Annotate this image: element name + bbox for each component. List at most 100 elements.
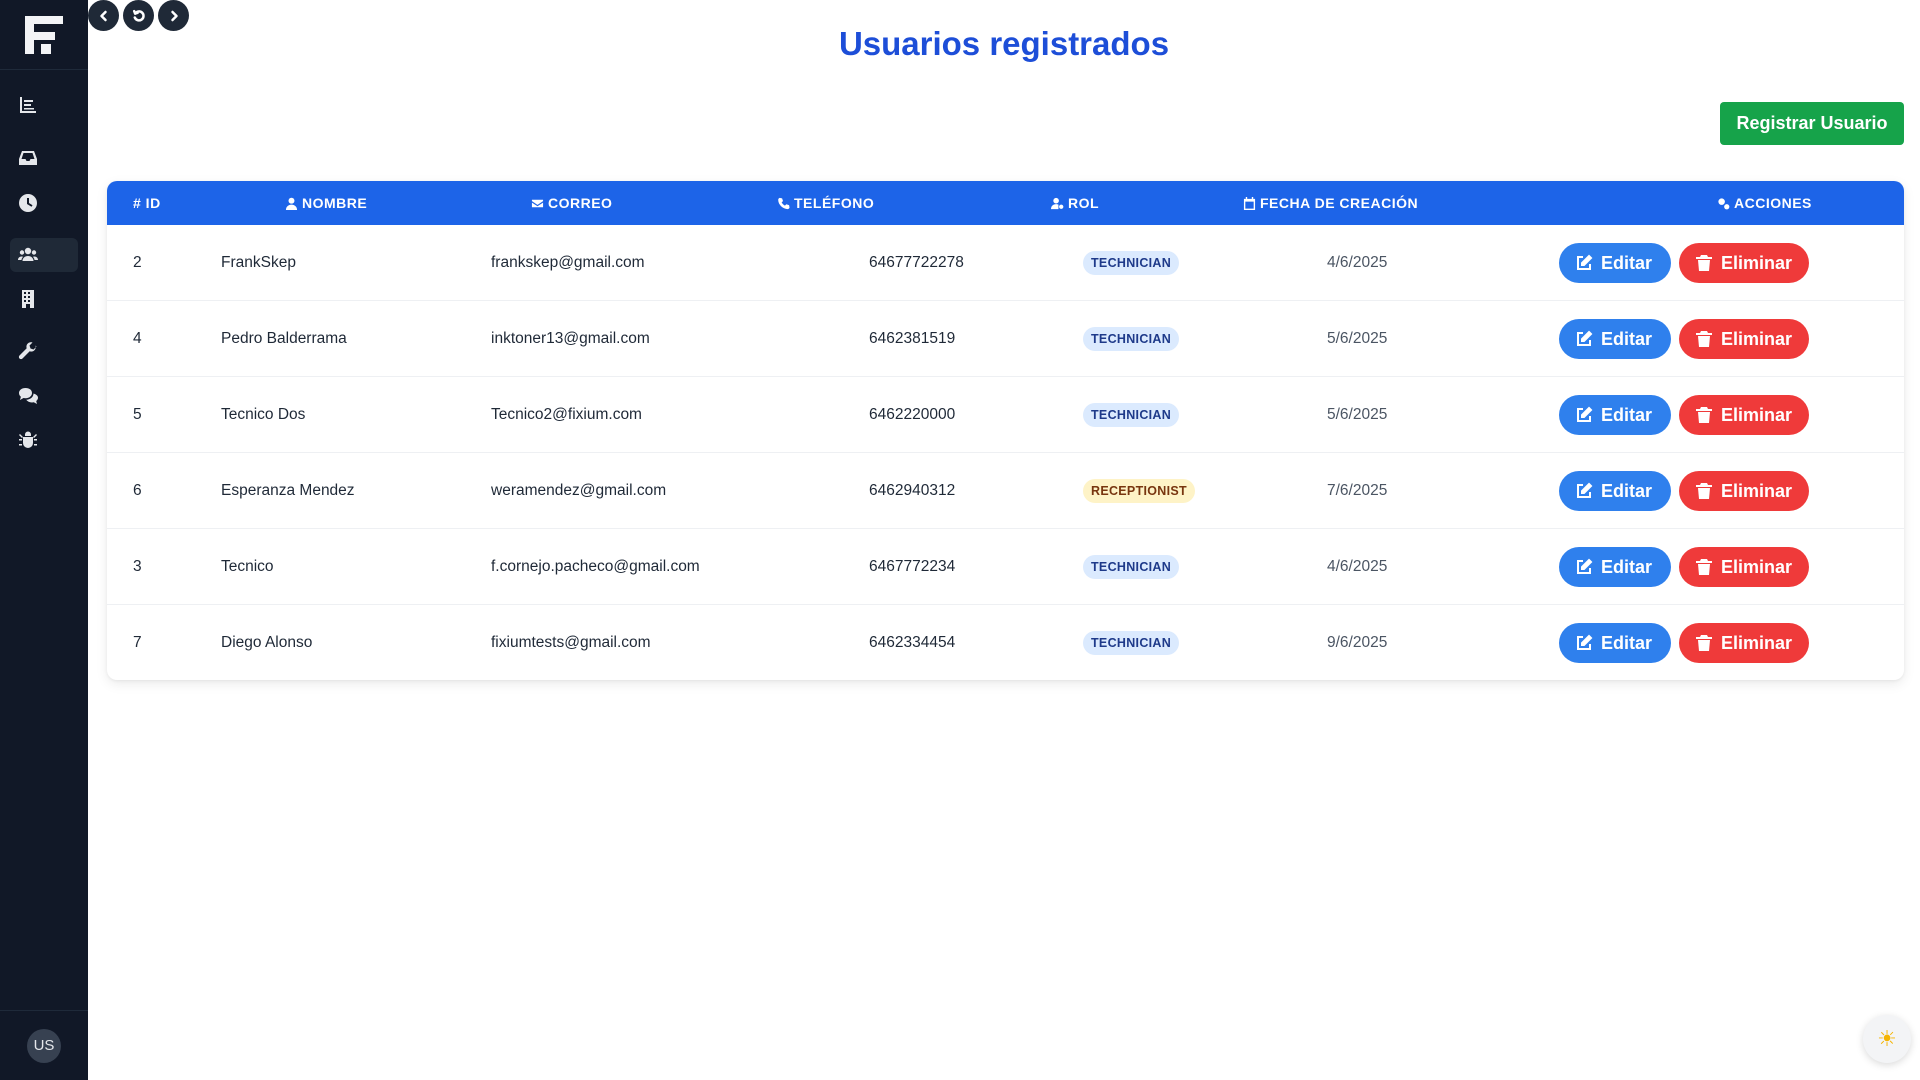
cell-role: TECHNICIAN <box>1083 301 1180 377</box>
user-icon <box>285 197 298 210</box>
column-header-id-label: # ID <box>133 195 161 211</box>
trash-icon <box>1696 483 1712 499</box>
cell-role: RECEPTIONIST <box>1083 453 1195 529</box>
page-title: Usuarios registrados <box>838 25 1170 62</box>
delete-button[interactable]: Eliminar <box>1679 471 1809 511</box>
cell-id: 4 <box>133 330 142 347</box>
cell-id: 6 <box>133 482 142 499</box>
cell-email: Tecnico2@fixium.com <box>491 406 642 423</box>
delete-button[interactable]: Eliminar <box>1679 243 1809 283</box>
cell-date: 5/6/2025 <box>1327 406 1388 423</box>
users-icon <box>18 247 38 261</box>
cell-id: 2 <box>133 254 142 271</box>
sidebar-footer: US <box>0 1010 88 1080</box>
reload-icon <box>132 9 145 22</box>
trash-icon <box>1696 407 1712 423</box>
cell-date: 9/6/2025 <box>1327 634 1388 651</box>
edit-button[interactable]: Editar <box>1559 547 1671 587</box>
bug-icon <box>19 431 37 448</box>
table-header: # ID NOMBRE CORREO TELÉFONO ROL FECHA DE… <box>107 181 1904 225</box>
edit-icon <box>1577 482 1593 498</box>
cell-name: FrankSkep <box>221 254 296 271</box>
sidebar-item-inbox[interactable] <box>10 141 78 175</box>
register-user-button[interactable]: Registrar Usuario <box>1720 102 1904 145</box>
cell-id: 3 <box>133 558 142 575</box>
users-table: # ID NOMBRE CORREO TELÉFONO ROL FECHA DE… <box>107 181 1904 680</box>
sidebar: US <box>0 0 88 1080</box>
role-badge: TECHNICIAN <box>1083 403 1180 427</box>
column-header-created-label: FECHA DE CREACIÓN <box>1260 195 1419 211</box>
edit-button[interactable]: Editar <box>1559 395 1671 435</box>
trash-icon <box>1696 331 1712 347</box>
edit-label: Editar <box>1601 328 1653 349</box>
delete-label: Eliminar <box>1721 632 1793 653</box>
edit-label: Editar <box>1601 252 1653 273</box>
delete-label: Eliminar <box>1721 480 1793 501</box>
building-icon <box>22 290 34 308</box>
delete-button[interactable]: Eliminar <box>1679 547 1809 587</box>
logo-icon <box>25 15 63 54</box>
sidebar-item-users[interactable] <box>10 238 78 272</box>
role-badge: TECHNICIAN <box>1083 327 1180 351</box>
table-row: 2 FrankSkep frankskep@gmail.com 64677722… <box>107 225 1904 301</box>
theme-toggle-button[interactable]: ☀ <box>1863 1015 1911 1063</box>
phone-icon <box>778 197 790 209</box>
delete-label: Eliminar <box>1721 404 1793 425</box>
calendar-icon <box>1243 196 1256 210</box>
cell-phone: 6462220000 <box>869 406 956 423</box>
edit-label: Editar <box>1601 632 1653 653</box>
sidebar-item-buildings[interactable] <box>10 282 78 316</box>
sidebar-item-history[interactable] <box>10 186 78 220</box>
sidebar-item-tools[interactable] <box>10 334 78 368</box>
trash-icon <box>1696 635 1712 651</box>
table-row: 4 Pedro Balderrama inktoner13@gmail.com … <box>107 301 1904 377</box>
table-row: 5 Tecnico Dos Tecnico2@fixium.com 646222… <box>107 377 1904 453</box>
edit-label: Editar <box>1601 404 1653 425</box>
column-header-actions-label: ACCIONES <box>1734 195 1812 211</box>
cell-email: weramendez@gmail.com <box>491 482 667 499</box>
column-header-actions: ACCIONES <box>1717 181 1812 225</box>
delete-button[interactable]: Eliminar <box>1679 623 1809 663</box>
cell-role: TECHNICIAN <box>1083 605 1180 680</box>
cell-date: 4/6/2025 <box>1327 254 1388 271</box>
delete-button[interactable]: Eliminar <box>1679 395 1809 435</box>
cell-name: Pedro Balderrama <box>221 330 347 347</box>
sidebar-item-dashboard[interactable] <box>10 88 78 122</box>
trash-icon <box>1696 559 1712 575</box>
cell-role: TECHNICIAN <box>1083 377 1180 453</box>
column-header-role-label: ROL <box>1068 195 1100 211</box>
delete-button[interactable]: Eliminar <box>1679 319 1809 359</box>
chart-icon <box>20 97 36 113</box>
inbox-icon <box>19 151 37 165</box>
column-header-email: CORREO <box>531 181 612 225</box>
table-row: 7 Diego Alonso fixiumtests@gmail.com 646… <box>107 605 1904 680</box>
edit-icon <box>1577 634 1593 650</box>
cell-email: f.cornejo.pacheco@gmail.com <box>491 558 700 575</box>
edit-button[interactable]: Editar <box>1559 319 1671 359</box>
cell-phone: 6462940312 <box>869 482 956 499</box>
column-header-created: FECHA DE CREACIÓN <box>1243 181 1418 225</box>
edit-icon <box>1577 330 1593 346</box>
sidebar-item-chat[interactable] <box>10 379 78 413</box>
cell-phone: 64677722278 <box>869 254 964 271</box>
delete-label: Eliminar <box>1721 556 1793 577</box>
edit-button[interactable]: Editar <box>1559 623 1671 663</box>
user-avatar[interactable]: US <box>27 1028 61 1063</box>
edit-button[interactable]: Editar <box>1559 471 1671 511</box>
column-header-name: NOMBRE <box>285 181 367 225</box>
cell-name: Tecnico <box>221 558 274 575</box>
role-badge: TECHNICIAN <box>1083 251 1180 275</box>
edit-button[interactable]: Editar <box>1559 243 1671 283</box>
clock-icon <box>19 194 37 212</box>
trash-icon <box>1696 255 1712 271</box>
wrench-icon <box>18 342 37 360</box>
cell-phone: 6467772234 <box>869 558 956 575</box>
sidebar-item-bugs[interactable] <box>10 424 78 458</box>
cell-phone: 6462381519 <box>869 330 956 347</box>
chevron-left-icon <box>99 10 107 21</box>
cell-role: TECHNICIAN <box>1083 225 1180 301</box>
cell-name: Diego Alonso <box>221 634 313 651</box>
column-header-email-label: CORREO <box>548 195 613 211</box>
app-logo[interactable] <box>0 0 88 70</box>
column-header-id: # ID <box>133 181 161 225</box>
